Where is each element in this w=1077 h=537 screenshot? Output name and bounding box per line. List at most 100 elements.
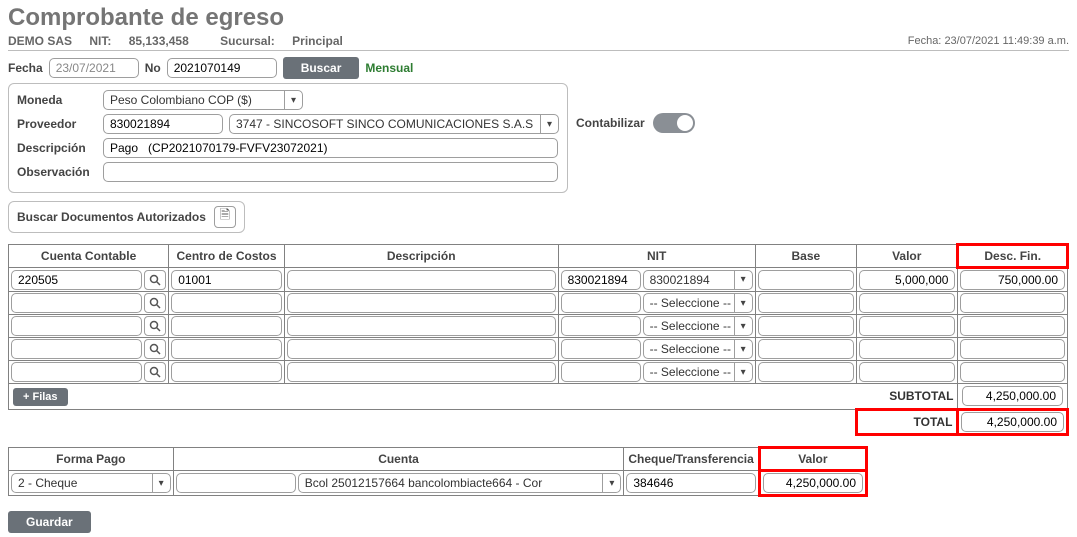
th-base: Base (755, 245, 856, 268)
base-input[interactable] (758, 270, 854, 290)
desc-input[interactable] (287, 270, 556, 290)
base-input[interactable] (758, 339, 854, 359)
chevron-down-icon: ▾ (734, 271, 752, 289)
desc-input[interactable] (287, 362, 556, 382)
no-label: No (145, 61, 161, 75)
th-descripcion: Descripción (284, 245, 558, 268)
document-icon: 🗎 (220, 206, 230, 228)
total-value (961, 412, 1064, 432)
cuenta-input[interactable] (11, 270, 142, 290)
descfin-input[interactable] (960, 362, 1065, 382)
base-input[interactable] (758, 316, 854, 336)
th-pvalor: Valor (759, 448, 866, 471)
nit-code-input[interactable] (561, 293, 641, 313)
base-input[interactable] (758, 293, 854, 313)
table-row: -- Seleccione --▾ (9, 315, 1068, 338)
total-row: TOTAL (9, 410, 1068, 435)
cuenta-input[interactable] (11, 339, 142, 359)
proveedor-select[interactable]: 3747 - SINCOSOFT SINCO COMUNICACIONES S.… (229, 114, 559, 134)
payment-row: 2 - Cheque ▾ Bcol 25012157664 bancolombi… (9, 471, 867, 496)
nit-code-input[interactable] (561, 316, 641, 336)
entries-grid: Cuenta Contable Centro de Costos Descrip… (8, 243, 1069, 436)
nit-select[interactable]: -- Seleccione --▾ (643, 339, 753, 359)
cuenta-select[interactable]: Bcol 25012157664 bancolombiacte664 - Cor… (298, 473, 622, 493)
descripcion-input[interactable] (103, 138, 558, 158)
desc-input[interactable] (287, 293, 556, 313)
nit-code-input[interactable] (561, 270, 641, 290)
fecha-label: Fecha (8, 61, 43, 75)
subtotal-value (962, 386, 1063, 406)
docs-panel: Buscar Documentos Autorizados 🗎 (8, 201, 245, 233)
chevron-down-icon: ▾ (602, 474, 620, 492)
observacion-input[interactable] (103, 162, 558, 182)
nit-select[interactable]: 830021894▾ (643, 270, 753, 290)
mensual-link[interactable]: Mensual (365, 61, 413, 75)
search-icon[interactable] (144, 293, 166, 313)
header-date: Fecha: 23/07/2021 11:49:39 a.m. (908, 35, 1069, 47)
buscar-button[interactable]: Buscar (283, 57, 360, 79)
valor-input[interactable] (859, 293, 955, 313)
descfin-input[interactable] (960, 316, 1065, 336)
desc-input[interactable] (287, 339, 556, 359)
valor-input[interactable] (859, 339, 955, 359)
centro-input[interactable] (171, 293, 282, 313)
cuenta-input[interactable] (11, 362, 142, 382)
cuenta-input[interactable] (11, 316, 142, 336)
th-descfin: Desc. Fin. (958, 245, 1068, 268)
chevron-down-icon: ▾ (734, 294, 752, 312)
search-icon[interactable] (144, 316, 166, 336)
valor-input[interactable] (859, 362, 955, 382)
search-icon[interactable] (144, 270, 166, 290)
th-cuenta: Cuenta (173, 448, 624, 471)
moneda-select[interactable]: Peso Colombiano COP ($) ▾ (103, 90, 303, 110)
guardar-button[interactable]: Guardar (8, 511, 91, 533)
no-input[interactable] (167, 58, 277, 78)
nit-code-input[interactable] (561, 362, 641, 382)
cuenta-code-input[interactable] (176, 473, 296, 493)
table-row: -- Seleccione --▾ (9, 292, 1068, 315)
nit-select[interactable]: -- Seleccione --▾ (643, 316, 753, 336)
payment-valor-input[interactable] (763, 473, 863, 493)
descfin-input[interactable] (960, 293, 1065, 313)
centro-input[interactable] (171, 339, 282, 359)
proveedor-code-input[interactable] (103, 114, 223, 134)
valor-input[interactable] (859, 316, 955, 336)
forma-select[interactable]: 2 - Cheque ▾ (11, 473, 171, 493)
descfin-input[interactable] (960, 339, 1065, 359)
desc-input[interactable] (287, 316, 556, 336)
centro-input[interactable] (171, 270, 282, 290)
centro-input[interactable] (171, 316, 282, 336)
payment-grid: Forma Pago Cuenta Cheque/Transferencia V… (8, 446, 868, 497)
company-name: DEMO SAS (8, 34, 72, 48)
filas-row: + Filas SUBTOTAL (9, 384, 1068, 410)
fecha-input[interactable] (49, 58, 139, 78)
valor-input[interactable] (859, 270, 955, 290)
base-input[interactable] (758, 362, 854, 382)
th-forma: Forma Pago (9, 448, 174, 471)
contabilizar-label: Contabilizar (576, 116, 645, 130)
nit-code-input[interactable] (561, 339, 641, 359)
chevron-down-icon: ▾ (152, 474, 170, 492)
chevron-down-icon: ▾ (734, 340, 752, 358)
contabilizar-block: Contabilizar (576, 113, 695, 133)
th-valor: Valor (857, 245, 958, 268)
sub-header: DEMO SAS NIT: 85,133,458 Sucursal: Princ… (8, 34, 1069, 51)
table-row: -- Seleccione --▾ (9, 338, 1068, 361)
add-rows-button[interactable]: + Filas (13, 388, 68, 406)
search-icon[interactable] (144, 362, 166, 382)
observacion-label: Observación (17, 165, 97, 179)
cuenta-input[interactable] (11, 293, 142, 313)
chevron-down-icon: ▾ (540, 115, 558, 133)
th-centro: Centro de Costos (169, 245, 285, 268)
centro-input[interactable] (171, 362, 282, 382)
form-panel: Moneda Peso Colombiano COP ($) ▾ Proveed… (8, 83, 568, 193)
nit-select[interactable]: -- Seleccione --▾ (643, 362, 753, 382)
descfin-input[interactable] (960, 270, 1065, 290)
table-row: -- Seleccione --▾ (9, 361, 1068, 384)
nit-select[interactable]: -- Seleccione --▾ (643, 293, 753, 313)
contabilizar-toggle[interactable] (653, 113, 695, 133)
search-icon[interactable] (144, 339, 166, 359)
total-label: TOTAL (857, 410, 958, 435)
cheque-input[interactable] (626, 473, 755, 493)
docs-icon-button[interactable]: 🗎 (214, 206, 236, 228)
